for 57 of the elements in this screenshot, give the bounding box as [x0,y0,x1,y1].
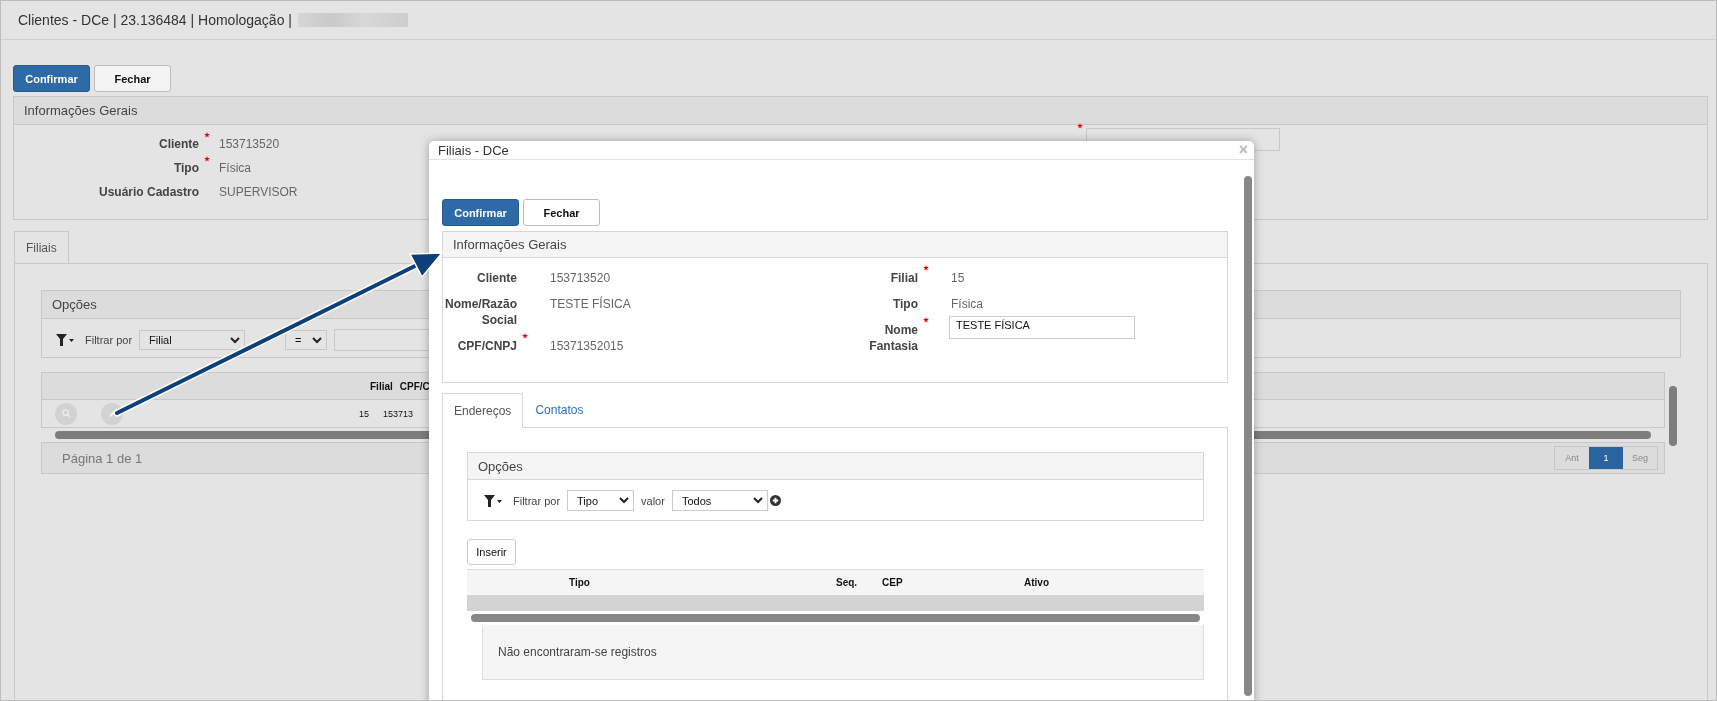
value-label: valor [641,494,665,507]
column-header: CPF/C [399,380,430,392]
close-button[interactable]: Fechar [94,65,171,92]
add-icon[interactable] [769,495,781,506]
field-label: Filial [889,270,918,286]
filter-label: Filtrar por [85,334,133,346]
insert-button[interactable]: Inserir [467,539,516,565]
confirm-button[interactable]: Confirmar [13,65,90,92]
caret-icon [230,336,241,344]
caret-icon [619,497,630,504]
text-field[interactable]: TESTE FÍSICA [949,316,1135,339]
page-button[interactable]: 1 [1589,447,1623,469]
empty-message: Não encontraram-se registros [498,645,657,659]
column-header: Filial [370,380,393,392]
field-label: CPF/CNPJ [456,338,517,354]
column-header: Seq. [836,577,858,588]
field-label: Cliente [476,270,517,286]
field-value: 15371352015 [550,338,624,354]
operator-select[interactable]: = [285,330,328,350]
field-value: TESTE FÍSICA [550,296,631,312]
tab[interactable]: Filiais [14,231,69,264]
dialog-title: Filiais - DCe [438,142,509,158]
field-value: SUPERVISOR [219,185,298,199]
field-label: Cliente [158,137,199,151]
tab[interactable]: Contatos [523,392,596,427]
panel-title: Informações Gerais [24,103,138,118]
close-button[interactable]: Fechar [523,199,600,226]
field-label: Nome Fantasia [868,322,918,354]
field-label: Tipo [891,296,918,312]
field-value: Física [951,296,983,312]
window-title: Clientes - DCe | 23.136484 | Homologação | [18,12,292,28]
caret-icon [752,497,763,504]
column-header: Ativo [1024,577,1049,588]
field-label: Usuário Cadastro [97,185,199,199]
filter-select[interactable]: Tipo [567,490,635,511]
caret-icon [312,336,323,344]
page-info: Página 1 de 1 [62,450,143,466]
panel-title: Opções [478,458,523,474]
field-value: 15 [951,270,965,286]
tab[interactable]: Endereços [442,393,524,428]
column-header: CEP [882,577,903,588]
field-value: Física [219,161,251,175]
confirm-button[interactable]: Confirmar [442,199,519,226]
filter-icon[interactable] [484,494,502,507]
field-label: Tipo [172,161,199,175]
panel-title: Informações Gerais [453,237,567,252]
filter-select[interactable]: Filial [139,330,246,350]
value-select[interactable]: Todos [671,490,768,511]
filter-icon[interactable] [56,334,74,346]
panel-title: Opções [52,297,97,312]
filter-label: Filtrar por [513,494,561,507]
column-header: Tipo [569,577,590,588]
table-cell: 153713 [383,408,414,419]
field-value: 153713520 [550,270,611,286]
table-cell: 15 [359,408,369,419]
field-value: 153713520 [219,137,280,151]
field-label: Nome/Razão Social [443,296,517,328]
